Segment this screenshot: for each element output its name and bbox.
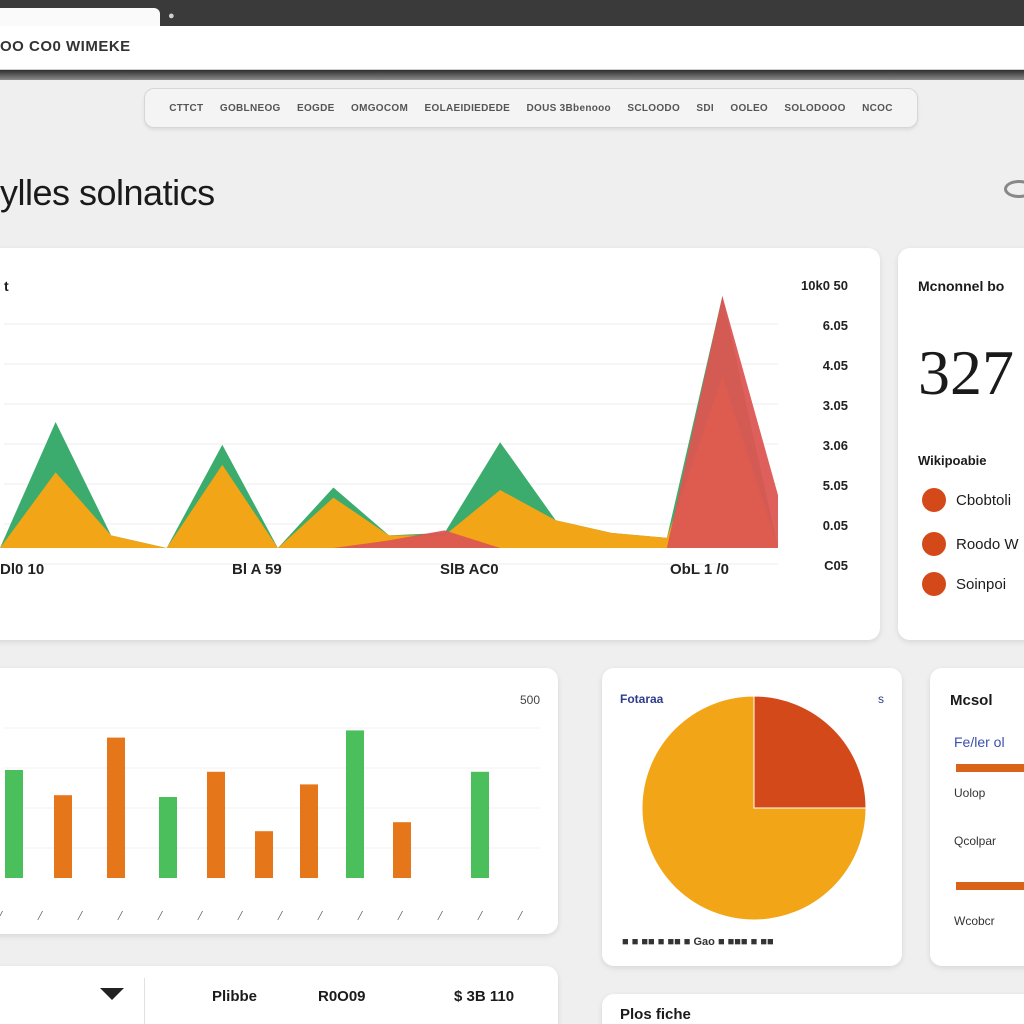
x-tick-mark: / [197,909,203,924]
progress-footer: Wcobcr [954,914,995,928]
nav-item[interactable]: CTTCT [169,103,203,114]
bar-chart-card: 500 / / / / / / / / / / / / / / [0,668,558,934]
metric-value: 327 [918,337,1014,408]
x-tick-mark: / [117,909,123,924]
bar [300,784,318,878]
progress-bar-fill [956,764,1024,772]
nav-item[interactable]: SOLODOOO [784,103,845,114]
metric-row-label: Roodo W [956,535,1019,553]
y-tick-label: 5.05 [823,478,848,493]
bar [207,771,225,878]
x-tick-mark: / [157,909,163,924]
nav-item[interactable]: SDI [696,103,714,114]
address-text: OO CO0 WIMEKE [0,38,131,55]
area-chart: 10k0 50 6.05 4.05 3.05 3.06 5.05 0.05 C05 Dl0 10… [0,278,848,578]
metric-row[interactable]: Soinpoi [922,572,1006,596]
x-tick-mark: / [237,909,243,924]
bottom-right-label: Plos fiche [620,1006,691,1023]
nav-item[interactable]: OOLEO [730,103,768,114]
area-series-orange [0,376,778,548]
nav-item[interactable]: GOBLNEOG [220,103,281,114]
browser-address-bar[interactable]: OO CO0 WIMEKE [0,26,1024,70]
x-tick-mark: / [77,909,83,924]
nav-item[interactable]: EOLAEIDIEDEDE [425,103,511,114]
bottom-right-card: Plos fiche [602,994,1024,1024]
area-chart-card: t 10k0 50 6.05 4.05 3.05 3.06 5.05 0.05 C05 Dl0 … [0,248,880,640]
x-tick-mark: / [277,909,283,924]
area-series-green [0,296,778,548]
area-series-red [0,296,778,548]
metric-row[interactable]: Cbobtoli [922,488,1011,512]
x-tick-mark: / [317,909,323,924]
bar [255,831,273,878]
progress-item-label: Uolop [954,786,986,800]
y-tick-label: 10k0 50 [801,278,848,293]
bar [159,797,177,878]
x-tick-mark: / [357,909,363,924]
pie-legend: ■ ■ ■■ ■ ■■ ■ Gao ■ ■■■ ■ ■■ [622,936,774,948]
bar [346,730,364,878]
metric-card: Mcnonnel bo 327 Wikipoabie Cbobtoli Rood… [898,248,1024,640]
x-tick-label: SlB AC0 [440,561,499,578]
status-dot-icon [922,572,946,596]
y-tick-label: 6.05 [823,318,848,333]
top-navigation: CTTCT GOBLNEOG EOGDE OMGOCOM EOLAEIDIEDE… [144,88,918,128]
y-tick-label: 3.06 [823,438,848,453]
bar [107,737,125,878]
progress-bar-fill [956,882,1024,890]
pie-slice-red [753,695,867,809]
table-header[interactable]: R0O09 [318,988,366,1005]
progress-bar [956,764,1024,772]
x-tick-mark: / [437,909,443,924]
x-tick-mark: / [517,909,523,924]
table-header[interactable]: $ 3B 110 [454,988,514,1005]
status-dot-icon [922,488,946,512]
nav-item[interactable]: SCLOODO [627,103,680,114]
bar [471,771,489,878]
status-dot-icon [922,532,946,556]
x-tick-mark: / [0,909,3,924]
pie-chart [641,695,867,921]
progress-bar [956,882,1024,890]
link-icon[interactable] [1004,180,1024,198]
x-tick-label: Dl0 10 [0,561,44,578]
x-tick-label: ObL 1 /0 [670,561,729,578]
x-tick-mark: / [477,909,483,924]
metric-row[interactable]: Roodo W [922,532,1019,556]
y-tick-label: 0.05 [823,518,848,533]
progress-title: Mcsol [950,692,993,709]
bar [5,770,23,878]
nav-item[interactable]: DOUS 3Bbenooo [527,103,611,114]
divider [144,978,145,1024]
nav-item[interactable]: EOGDE [297,103,335,114]
y-tick-label: 3.05 [823,398,848,413]
y-tick-label: 4.05 [823,358,848,373]
dropdown-icon[interactable] [100,988,124,1000]
pie-chart-card: Fotaraa s ■ ■ ■■ ■ ■■ ■ Gao ■ ■■■ ■ ■■ [602,668,902,966]
tab-close-icon[interactable]: ● [168,10,175,22]
x-tick-mark: / [397,909,403,924]
table-header[interactable]: Plibbe [212,988,257,1005]
metric-label: Mcnonnel bo [918,278,1005,294]
bar [393,822,411,878]
metric-row-label: Cbobtoli [956,491,1012,509]
bar-chart-corner-label: 500 [520,693,540,707]
nav-item[interactable]: OMGOCOM [351,103,408,114]
x-tick-label: Bl A 59 [232,561,282,578]
progress-item-label: Qcolpar [954,834,997,848]
nav-item[interactable]: NCOC [862,103,893,114]
browser-toolbar-edge [0,70,1024,80]
page-title: ylles solnatics [0,172,215,213]
x-tick-mark: / [37,909,43,924]
progress-link[interactable]: Fe/ler ol [954,734,1005,750]
metric-row-label: Soinpoi [956,575,1007,593]
bar-chart: 500 / / / / / / / / / / / / / / [0,693,540,924]
bottom-table-card: Plibbe R0O09 $ 3B 110 [0,966,558,1024]
y-tick-label: C05 [824,558,848,573]
progress-card: Mcsol Fe/ler ol Uolop Qcolpar Wcobcr [930,668,1024,966]
metric-sub-label: Wikipoabie [918,453,987,468]
bar [54,795,72,878]
